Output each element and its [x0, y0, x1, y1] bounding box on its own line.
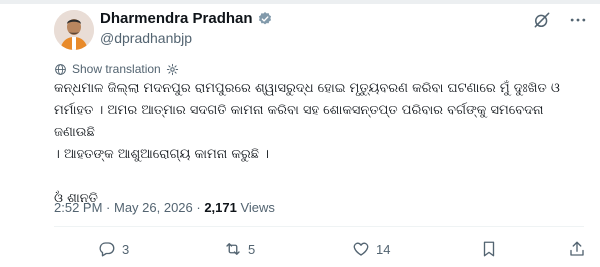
share-icon — [570, 241, 584, 256]
settings-gear-icon[interactable] — [166, 63, 179, 76]
reply-button[interactable]: 3 — [98, 240, 129, 258]
show-translation-link[interactable]: Show translation — [72, 62, 161, 76]
like-count: 14 — [376, 241, 391, 257]
author-avatar[interactable] — [54, 10, 94, 50]
bookmark-button[interactable] — [480, 240, 498, 258]
more-options-icon[interactable] — [568, 10, 588, 30]
views-label: Views — [236, 200, 275, 215]
repost-count: 5 — [248, 241, 256, 257]
views-count[interactable]: 2,171 — [204, 200, 237, 215]
share-button[interactable] — [568, 240, 586, 258]
tweet-top-actions — [532, 10, 588, 30]
tweet-card: Dharmendra Pradhan @dpradhanbjp Show tra… — [36, 0, 588, 267]
tweet-paragraph-1: କନ୍ଧମାଳ ଜିଲ୍ଲା ମଦନପୁର ରାମପୁରରେ ଶ୍ୱାସରୁଦ୍… — [54, 81, 560, 162]
grok-icon[interactable] — [532, 10, 552, 30]
heart-icon — [353, 242, 369, 256]
tweet-body: କନ୍ଧମାଳ ଜିଲ୍ଲା ମଦନପୁର ରାମପୁରରେ ଶ୍ୱାସରୁଦ୍… — [54, 78, 584, 210]
meta-separator: · — [102, 200, 114, 215]
tweet-date[interactable]: May 26, 2026 — [114, 200, 193, 215]
tweet-meta: 2:52 PM · May 26, 2026 · 2,171 Views — [54, 200, 275, 215]
reply-icon — [99, 242, 115, 257]
repost-icon — [226, 243, 240, 255]
actions-divider — [54, 226, 584, 227]
repost-button[interactable]: 5 — [224, 240, 255, 258]
tweet-actions-bar: 3 5 14 — [54, 240, 584, 262]
translation-row: Show translation — [54, 62, 179, 76]
verified-badge-icon — [258, 11, 271, 24]
author-name-row: Dharmendra Pradhan — [100, 10, 273, 27]
tweet-time[interactable]: 2:52 PM — [54, 200, 102, 215]
author-handle[interactable]: @dpradhanbjp — [100, 30, 192, 46]
author-name[interactable]: Dharmendra Pradhan — [100, 10, 253, 27]
reply-count: 3 — [122, 241, 130, 257]
globe-icon — [55, 63, 66, 75]
bookmark-icon — [483, 241, 495, 257]
meta-separator-2: · — [192, 200, 205, 215]
like-button[interactable]: 14 — [352, 240, 390, 258]
avatar-portrait-icon — [54, 10, 94, 50]
